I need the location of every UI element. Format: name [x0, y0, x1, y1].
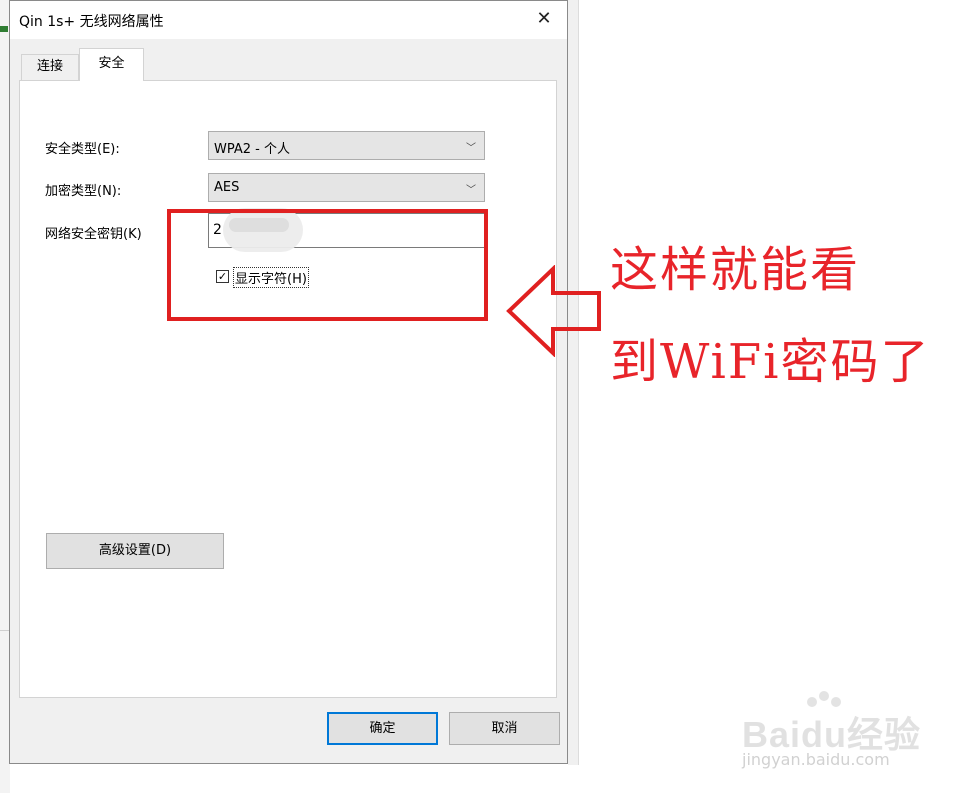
security-type-value: WPA2 - 个人 — [214, 142, 290, 157]
annotation-line-2: 到WiFi密码了 — [610, 334, 931, 390]
chevron-down-icon: ﹀ — [466, 143, 476, 154]
annotation-line-1: 这样就能看 — [610, 242, 861, 298]
encryption-type-label: 加密类型(N): — [45, 184, 122, 199]
advanced-settings-button[interactable]: 高级设置(D) — [46, 533, 224, 569]
encryption-type-value: AES — [214, 180, 240, 195]
dialog-title: Qin 1s+ 无线网络属性 — [19, 14, 164, 30]
chevron-down-icon: ﹀ — [466, 185, 476, 196]
security-tab-panel: 安全类型(E): WPA2 - 个人 ﹀ 加密类型(N): AES ﹀ 网络安全… — [19, 80, 557, 698]
background-window-strip — [568, 0, 579, 765]
highlight-box — [167, 209, 488, 321]
close-button[interactable]: ✕ — [521, 1, 567, 39]
cancel-button[interactable]: 取消 — [449, 712, 560, 745]
tab-security[interactable]: 安全 — [79, 48, 144, 81]
tab-connection[interactable]: 连接 — [21, 54, 79, 80]
security-type-select[interactable]: WPA2 - 个人 ﹀ — [208, 131, 485, 160]
left-arrow-icon — [506, 265, 601, 357]
security-type-label: 安全类型(E): — [45, 142, 120, 157]
watermark-url: jingyan.baidu.com — [742, 750, 890, 769]
background-signal-icon — [0, 26, 8, 32]
wireless-properties-dialog: Qin 1s+ 无线网络属性 ✕ 连接 安全 安全类型(E): WPA2 - 个… — [9, 0, 568, 764]
ok-button[interactable]: 确定 — [327, 712, 438, 745]
title-bar: Qin 1s+ 无线网络属性 ✕ — [10, 1, 567, 39]
encryption-type-select[interactable]: AES ﹀ — [208, 173, 485, 202]
network-key-label: 网络安全密钥(K) — [45, 227, 142, 242]
